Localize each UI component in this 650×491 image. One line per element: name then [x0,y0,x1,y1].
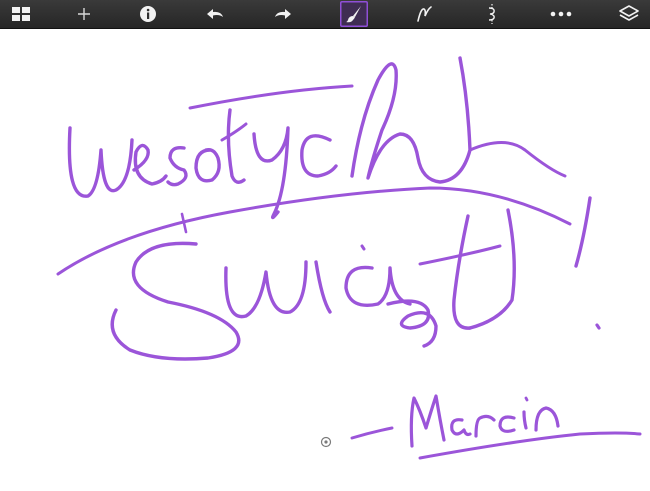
brush-icon [346,6,361,23]
undo-icon [207,9,223,19]
top-toolbar [0,0,650,29]
stroke-marcin-dash [350,426,394,440]
stroke-wesolych-l [226,108,246,184]
stroke-wesolych-l-bar [220,122,248,142]
layers-icon [619,5,639,21]
stroke-wesolych-tail [468,141,567,178]
stroke-marcin-i [522,410,528,430]
stroke-marcin-a [450,418,472,437]
eraser-tool-button[interactable] [477,1,507,27]
undo-button[interactable] [200,1,230,27]
stroke-swiat-t-stem [452,214,472,330]
drawing-canvas[interactable]: Wesołych Świąt! —Marcin [0,29,650,487]
stroke-swiat-a [344,265,412,307]
stroke-marcin-i-dot [524,396,529,402]
stroke-wesolych-w [67,126,134,198]
eraser-icon [488,4,495,24]
grid-view-button[interactable] [6,1,36,27]
ink-drawing [56,56,642,460]
stroke-marcin-m [409,394,446,448]
stroke-wesolych-e [132,143,168,186]
redo-icon [275,9,291,19]
stroke-marcin-n [534,406,560,432]
more-button[interactable] [546,1,576,27]
stroke-swiat-i-dot [360,244,366,251]
stroke-swiat-s [110,241,241,361]
cursor-indicator [320,436,332,448]
stroke-wesolych-o [194,147,221,183]
stroke-swiat-w [224,260,308,319]
stroke-wesolych-c [300,134,338,178]
stroke-wesolych-s [166,146,188,187]
stroke-swiat-exclaim-dot [595,323,601,330]
stroke-marcin-r [474,414,496,438]
stroke-wesolych-h [350,56,472,184]
info-icon [140,6,156,22]
stroke-swiat-ogonek [386,299,438,348]
stroke-wesolych-top-line [188,84,354,110]
stroke-marcin-underline [418,431,642,460]
stroke-marcin-c [498,415,516,433]
pen-curve-icon [417,6,432,22]
redo-button[interactable] [268,1,298,27]
info-button[interactable] [133,1,163,27]
stroke-swiat-t-loop [468,208,516,330]
add-page-button[interactable] [69,1,99,27]
layers-button[interactable] [614,1,644,27]
pen-tool-button[interactable] [410,1,440,27]
stroke-swiat-exclaim [574,196,592,268]
brush-tool-button[interactable] [340,1,368,27]
plus-icon [78,8,90,20]
grid-icon [12,7,30,21]
stroke-swiat-i [314,260,332,314]
more-dots-icon [550,11,572,17]
